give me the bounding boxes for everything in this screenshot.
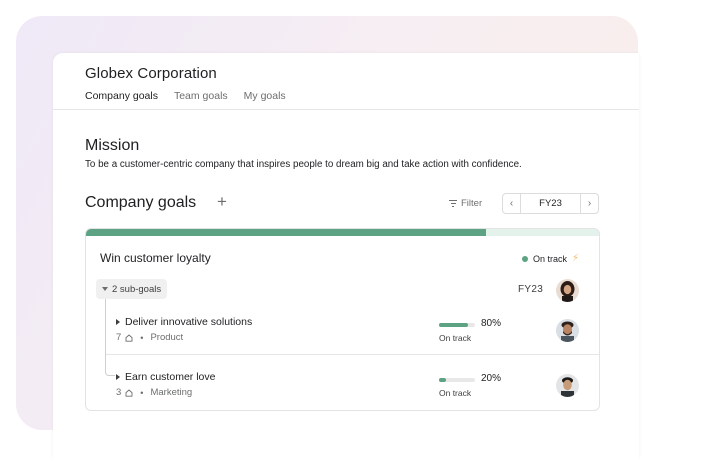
progress-fill xyxy=(439,378,447,382)
tab-my-goals[interactable]: My goals xyxy=(244,90,286,110)
goal-progress-track xyxy=(86,229,599,236)
avatar[interactable] xyxy=(556,279,579,302)
caret-down-icon xyxy=(102,287,108,291)
progress-percent: 80% xyxy=(481,318,502,329)
tree-connector xyxy=(105,299,106,370)
mission-title: Mission xyxy=(85,137,140,154)
subgoal-meta: 3 • Marketing xyxy=(116,387,193,398)
avatar[interactable] xyxy=(556,374,579,397)
tab-company-goals[interactable]: Company goals xyxy=(85,90,158,110)
goal-card[interactable]: Win customer loyalty On track ⚡ 2 sub-go… xyxy=(85,228,600,411)
status-label: On track xyxy=(532,253,567,264)
tab-team-goals[interactable]: Team goals xyxy=(174,90,228,110)
mission-section: Mission To be a customer-centric company… xyxy=(85,137,605,170)
row-divider xyxy=(106,354,599,355)
status-badge: On track ⚡ xyxy=(521,253,579,264)
header: Globex Corporation Company goals Team go… xyxy=(85,65,639,110)
caret-right-icon xyxy=(116,319,120,325)
lightning-icon: ⚡ xyxy=(571,253,579,264)
avatar[interactable] xyxy=(556,319,579,342)
subgoal-title[interactable]: Earn customer love xyxy=(116,371,215,383)
progress-track xyxy=(439,323,475,327)
home-icon xyxy=(125,388,133,397)
subgoal-meta: 7 • Product xyxy=(116,332,184,343)
filter-button[interactable]: Filter xyxy=(449,198,482,209)
list-item[interactable]: Deliver innovative solutions 7 • Product xyxy=(116,316,252,343)
tree-connector-elbow xyxy=(105,370,115,376)
progress-track xyxy=(439,378,475,382)
mission-text: To be a customer-centric company that in… xyxy=(85,159,522,170)
progress-status: On track xyxy=(439,333,472,343)
goals-panel: Globex Corporation Company goals Team go… xyxy=(53,53,639,459)
subgoal-count: 7 xyxy=(116,332,122,343)
caret-right-icon xyxy=(116,374,120,380)
tab-bar: Company goals Team goals My goals xyxy=(85,90,639,110)
period-selector: ‹ FY23 › xyxy=(502,193,599,214)
goals-toolbar: Company goals + Filter ‹ FY23 › xyxy=(85,192,599,215)
subgoal-title[interactable]: Deliver innovative solutions xyxy=(116,316,252,328)
subgoals-toggle[interactable]: 2 sub-goals xyxy=(96,279,168,299)
list-item[interactable]: Earn customer love 3 • Marketing xyxy=(116,371,215,398)
chevron-right-icon[interactable]: › xyxy=(580,194,598,213)
subgoals-label: 2 sub-goals xyxy=(112,283,162,295)
home-icon xyxy=(125,333,133,342)
goal-progress-fill xyxy=(86,229,487,236)
subgoal-team: Product xyxy=(150,332,184,343)
filter-icon xyxy=(449,200,457,207)
progress-status: On track xyxy=(439,388,472,398)
progress-fill xyxy=(439,323,468,327)
chevron-left-icon[interactable]: ‹ xyxy=(503,194,521,213)
goal-title[interactable]: Win customer loyalty xyxy=(100,251,211,265)
progress-percent: 20% xyxy=(481,373,502,384)
company-name: Globex Corporation xyxy=(85,65,217,82)
plus-icon[interactable]: + xyxy=(217,192,227,212)
subgoal-count: 3 xyxy=(116,387,122,398)
header-divider xyxy=(53,109,639,110)
goal-period: FY23 xyxy=(518,284,544,295)
goals-section-title: Company goals xyxy=(85,194,197,211)
status-dot-icon xyxy=(521,255,528,262)
subgoal-team: Marketing xyxy=(150,387,193,398)
filter-label: Filter xyxy=(461,198,483,209)
period-value[interactable]: FY23 xyxy=(521,198,580,209)
